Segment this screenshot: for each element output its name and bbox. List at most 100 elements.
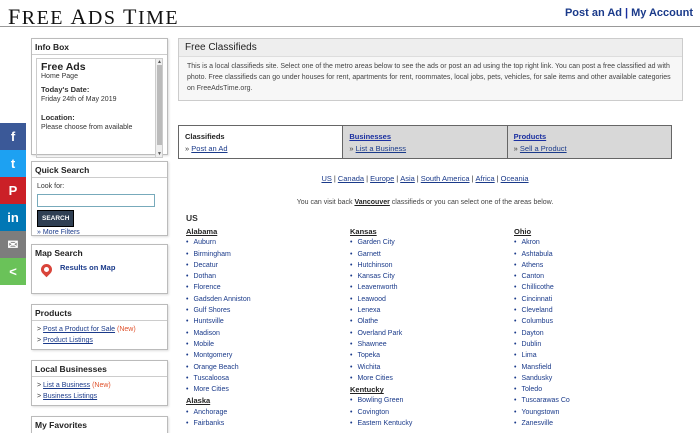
city-link[interactable]: Montgomery — [186, 350, 336, 361]
city-link[interactable]: Tuscaloosa — [186, 373, 336, 384]
city-link[interactable]: Athens — [514, 260, 664, 271]
city-link[interactable]: Wichita — [350, 362, 500, 373]
city-link[interactable]: Dayton — [514, 328, 664, 339]
city-link[interactable]: Florence — [186, 282, 336, 293]
city-link[interactable]: Huntsville — [186, 316, 336, 327]
city-link[interactable]: Fairbanks — [186, 418, 336, 429]
city-link[interactable]: Canton — [514, 271, 664, 282]
facebook-icon: f — [10, 129, 16, 144]
tab-sub-link[interactable]: List a Business — [356, 144, 406, 153]
search-button[interactable]: SEARCH — [37, 210, 75, 227]
map-search-title: Map Search — [35, 248, 83, 258]
city-link[interactable]: Leawood — [350, 294, 500, 305]
city-link[interactable]: More Cities — [350, 373, 500, 384]
post-ad-link[interactable]: Post an Ad — [565, 7, 622, 19]
info-box-scroll-area[interactable]: Free Ads Home Page Today's Date: Friday … — [36, 58, 163, 158]
tab-businesses[interactable]: Businesses» List a Business — [342, 126, 507, 158]
city-link[interactable]: Hutchinson — [350, 260, 500, 271]
info-date: Friday 24th of May 2019 — [41, 96, 117, 103]
city-link[interactable]: Birmingham — [186, 249, 336, 260]
share-share-button[interactable]: < — [0, 258, 26, 285]
email-share-button[interactable]: ✉ — [0, 231, 26, 258]
city-link[interactable]: Lima — [514, 350, 664, 361]
city-link[interactable]: Decatur — [186, 260, 336, 271]
city-link[interactable]: Shawnee — [350, 339, 500, 350]
favorites-title: My Favorites — [35, 420, 87, 430]
city-link[interactable]: Ashtabula — [514, 249, 664, 260]
state-heading[interactable]: Kentucky — [350, 384, 500, 395]
linkedin-share-button[interactable]: in — [0, 204, 26, 231]
city-link[interactable]: Leavenworth — [350, 282, 500, 293]
state-heading[interactable]: Alaska — [186, 395, 336, 406]
tab-sub-link[interactable]: Post an Ad — [191, 144, 227, 153]
results-on-map-link[interactable]: Results on Map — [60, 262, 115, 273]
city-link[interactable]: Gadsden Anniston — [186, 294, 336, 305]
state-column: KansasGarden CityGarnettHutchinsonKansas… — [350, 226, 500, 429]
region-link[interactable]: Europe — [370, 174, 394, 183]
facebook-share-button[interactable]: f — [0, 123, 26, 150]
city-link[interactable]: Akron — [514, 237, 664, 248]
city-link[interactable]: Auburn — [186, 237, 336, 248]
city-link[interactable]: Garnett — [350, 249, 500, 260]
tab-products[interactable]: Products» Sell a Product — [506, 126, 671, 158]
city-link[interactable]: Cincinnati — [514, 294, 664, 305]
city-link[interactable]: Cleveland — [514, 305, 664, 316]
my-account-link[interactable]: My Account — [631, 7, 693, 19]
city-link[interactable]: Youngstown — [514, 407, 664, 418]
region-link[interactable]: US — [321, 174, 331, 183]
product-listings-link[interactable]: Product Listings — [43, 337, 93, 344]
city-link[interactable]: Topeka — [350, 350, 500, 361]
city-link[interactable]: Olathe — [350, 316, 500, 327]
list-business-link[interactable]: List a Business — [43, 382, 90, 389]
city-link[interactable]: Anchorage — [186, 407, 336, 418]
visit-city-link[interactable]: Vancouver — [354, 199, 389, 206]
visit-text: classifieds or you can select one of the… — [389, 199, 554, 206]
city-link[interactable]: Dublin — [514, 339, 664, 350]
state-heading[interactable]: Kansas — [350, 226, 500, 237]
region-link[interactable]: South America — [421, 174, 470, 183]
city-link[interactable]: Kansas City — [350, 271, 500, 282]
city-link[interactable]: Bowling Green — [350, 395, 500, 406]
tab-classifieds[interactable]: Classifieds» Post an Ad — [179, 126, 343, 158]
business-listings-link[interactable]: Business Listings — [43, 393, 97, 400]
more-filters-link[interactable]: » More Filters — [37, 229, 80, 236]
city-link[interactable]: Madison — [186, 328, 336, 339]
tab-sub-link[interactable]: Sell a Product — [520, 144, 567, 153]
region-link[interactable]: Oceania — [501, 174, 529, 183]
city-link[interactable]: More Cities — [186, 384, 336, 395]
region-link[interactable]: Canada — [338, 174, 364, 183]
city-link[interactable]: Toledo — [514, 384, 664, 395]
scroll-down-icon[interactable]: ▼ — [157, 151, 162, 157]
region-link[interactable]: Asia — [400, 174, 415, 183]
city-link[interactable]: Orange Beach — [186, 362, 336, 373]
state-heading[interactable]: Alabama — [186, 226, 336, 237]
city-link[interactable]: Mansfield — [514, 362, 664, 373]
region-link[interactable]: Africa — [475, 174, 494, 183]
city-link[interactable]: Eastern Kentucky — [350, 418, 500, 429]
city-link[interactable]: Tuscarawas Co — [514, 395, 664, 406]
city-link[interactable]: Mobile — [186, 339, 336, 350]
city-link[interactable]: Gulf Shores — [186, 305, 336, 316]
city-link[interactable]: Dothan — [186, 271, 336, 282]
tab-title[interactable]: Businesses — [349, 131, 500, 143]
region-links: US | Canada | Europe | Asia | South America | Afri… — [178, 174, 672, 183]
city-link[interactable]: Sandusky — [514, 373, 664, 384]
city-link[interactable]: Zanesville — [514, 418, 664, 429]
pinterest-share-button[interactable]: P — [0, 177, 26, 204]
top-links: Post an Ad | My Account — [565, 7, 693, 19]
twitter-share-button[interactable]: t — [0, 150, 26, 177]
tab-title[interactable]: Classifieds — [185, 131, 336, 143]
tab-title[interactable]: Products — [514, 131, 665, 143]
state-heading[interactable]: Ohio — [514, 226, 664, 237]
city-link[interactable]: Overland Park — [350, 328, 500, 339]
city-link[interactable]: Lenexa — [350, 305, 500, 316]
city-link[interactable]: Covington — [350, 407, 500, 418]
city-link[interactable]: Garden City — [350, 237, 500, 248]
site-logo[interactable]: FREE ADS TIME — [8, 4, 179, 30]
city-link[interactable]: Chillicothe — [514, 282, 664, 293]
info-scrollbar[interactable]: ▲ ▼ — [155, 59, 162, 157]
search-input[interactable] — [37, 194, 155, 207]
scroll-thumb[interactable] — [157, 65, 162, 145]
post-product-link[interactable]: Post a Product for Sale — [43, 326, 115, 333]
city-link[interactable]: Columbus — [514, 316, 664, 327]
